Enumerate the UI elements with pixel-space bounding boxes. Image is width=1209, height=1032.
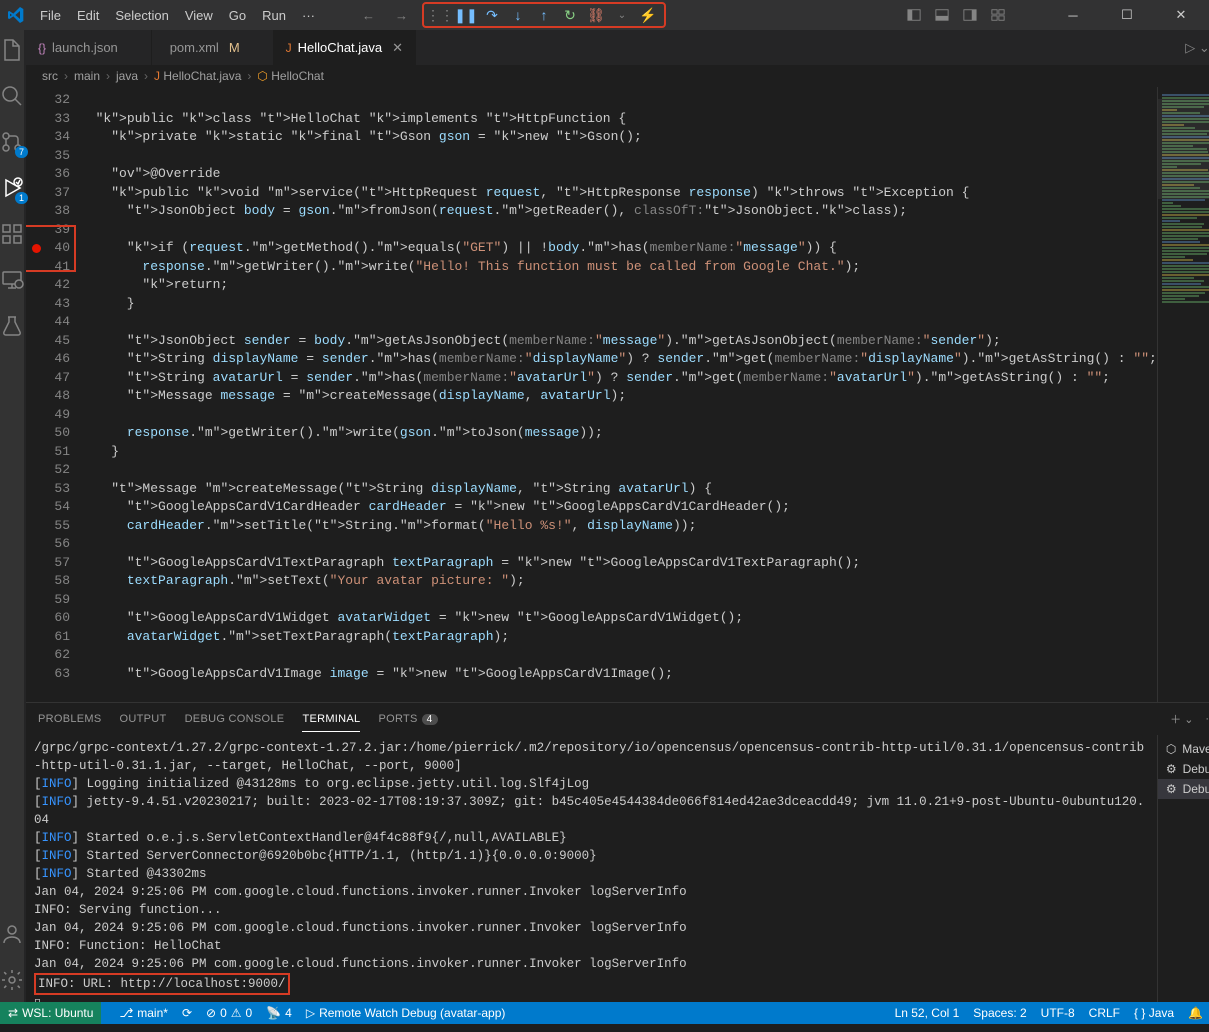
status-bar: ⇄ WSL: Ubuntu ⎇ main* ⟳ ⊘ 0 ⚠ 0 📡 4 ▷ Re…	[0, 1002, 1209, 1024]
accounts-icon[interactable]	[0, 922, 24, 946]
layout-right-icon[interactable]	[963, 8, 977, 22]
breadcrumb-item[interactable]: J HelloChat.java	[154, 69, 241, 83]
window-close-icon[interactable]: ✕	[1161, 7, 1201, 23]
nav-back-icon[interactable]: ←	[356, 8, 381, 23]
settings-icon[interactable]	[0, 968, 24, 992]
step-over-icon[interactable]: ↷	[484, 7, 500, 23]
nav-forward-icon[interactable]: →	[389, 8, 414, 23]
debug-toolbar: ⋮⋮ ❚❚ ↷ ↓ ↑ ↻ ⛓ ⌄ ⚡	[422, 2, 666, 28]
terminal-list-item[interactable]: ⬡ Maven-avat…	[1158, 739, 1209, 759]
editor-tab[interactable]: J HelloChat.java ✕	[274, 30, 416, 65]
titlebar: File Edit Selection View Go Run ··· ← → …	[0, 0, 1209, 30]
line-gutter[interactable]: 3233343536373839404142434445464748495051…	[26, 87, 80, 702]
drag-handle-icon[interactable]: ⋮⋮	[432, 7, 448, 23]
terminal-type-icon: ⬡	[1166, 742, 1176, 756]
activity-bar: 7 1	[0, 30, 24, 1002]
problems-errors[interactable]: ⊘ 0 ⚠ 0	[206, 1006, 252, 1020]
terminal-type-icon: ⚙	[1166, 782, 1177, 796]
step-out-icon[interactable]: ↑	[536, 7, 552, 23]
run-dropdown-icon[interactable]: ▷ ⌄	[1185, 40, 1209, 56]
tab-problems[interactable]: PROBLEMS	[38, 707, 102, 731]
restart-icon[interactable]: ↻	[562, 7, 578, 23]
remote-explorer-icon[interactable]	[0, 268, 24, 292]
layout-left-icon[interactable]	[907, 8, 921, 22]
terminal-list: ⬡ Maven-avat… ⚙ Debug: Hell… ⚙ Debug: Invo…	[1157, 735, 1209, 1002]
remote-indicator[interactable]: ⇄ WSL: Ubuntu	[0, 1002, 101, 1024]
tab-label: HelloChat.java	[298, 40, 383, 55]
search-icon[interactable]	[0, 84, 24, 108]
modified-indicator: M	[229, 40, 240, 55]
menu-go[interactable]: Go	[221, 8, 254, 23]
tab-ports[interactable]: PORTS4	[378, 707, 437, 731]
bottom-panel: PROBLEMS OUTPUT DEBUG CONSOLE TERMINAL P…	[26, 702, 1209, 1002]
file-type-icon: {}	[38, 41, 46, 55]
layout-customize-icon[interactable]	[991, 8, 1005, 22]
breadcrumb-item[interactable]: src	[42, 69, 58, 83]
close-tab-icon[interactable]: ✕	[392, 40, 403, 56]
extensions-icon[interactable]	[0, 222, 24, 246]
tab-label: pom.xml	[170, 40, 219, 55]
breadcrumb[interactable]: src›main›java›J HelloChat.java›⬡ HelloCh…	[26, 65, 1209, 87]
cursor-position[interactable]: Ln 52, Col 1	[895, 1006, 960, 1020]
minimap[interactable]	[1157, 87, 1209, 702]
layout-bottom-icon[interactable]	[935, 8, 949, 22]
editor-tab[interactable]: pom.xmlM✕	[152, 30, 274, 65]
eol[interactable]: CRLF	[1089, 1006, 1120, 1020]
menu-selection[interactable]: Selection	[107, 8, 176, 23]
panel-tabs: PROBLEMS OUTPUT DEBUG CONSOLE TERMINAL P…	[26, 703, 1209, 735]
terminal-name: Maven-avat…	[1182, 742, 1209, 756]
disconnect-icon[interactable]: ⛓	[588, 7, 604, 23]
editor-tabs: {}launch.json✕pom.xmlM✕JHelloChat.java✕ …	[26, 30, 1209, 65]
window-maximize-icon[interactable]: ☐	[1107, 7, 1147, 23]
source-control-icon[interactable]: 7	[0, 130, 24, 154]
debug-status[interactable]: ▷ Remote Watch Debug (avatar-app)	[306, 1006, 506, 1020]
menu-file[interactable]: File	[32, 8, 69, 23]
terminal-list-item[interactable]: ⚙ Debug: Hell…	[1158, 759, 1209, 779]
ports-forward[interactable]: 📡 4	[266, 1006, 292, 1020]
menu-more[interactable]: ···	[294, 8, 323, 23]
pause-icon[interactable]: ❚❚	[458, 7, 474, 23]
tab-debug-console[interactable]: DEBUG CONSOLE	[185, 707, 285, 731]
terminal-type-icon: ⚙	[1166, 762, 1177, 776]
breadcrumb-item[interactable]: java	[116, 69, 138, 83]
git-sync-icon[interactable]: ⟳	[182, 1006, 192, 1020]
file-type-icon: J	[286, 41, 292, 55]
panel-more-icon[interactable]: ···	[1205, 713, 1209, 725]
terminal-name: Debug: Invo…	[1183, 782, 1209, 796]
breadcrumb-item[interactable]: main	[74, 69, 100, 83]
run-debug-icon[interactable]: 1	[0, 176, 24, 200]
step-in-icon[interactable]: ↓	[510, 7, 526, 23]
debug-chevron-icon[interactable]: ⌄	[614, 7, 630, 23]
editor-area: {}launch.json✕pom.xmlM✕JHelloChat.java✕ …	[26, 30, 1209, 1002]
terminal-list-item[interactable]: ⚙ Debug: Invo…	[1158, 779, 1209, 799]
new-terminal-icon[interactable]: ＋ ⌄	[1170, 711, 1193, 727]
menu-view[interactable]: View	[177, 8, 221, 23]
editor-tab[interactable]: {}launch.json✕	[26, 30, 152, 65]
window-minimize-icon[interactable]: ─	[1053, 8, 1093, 23]
encoding[interactable]: UTF-8	[1041, 1006, 1075, 1020]
testing-icon[interactable]	[0, 314, 24, 338]
menu-edit[interactable]: Edit	[69, 8, 107, 23]
language-mode[interactable]: { } Java	[1134, 1006, 1174, 1020]
hot-reload-icon[interactable]: ⚡	[640, 7, 656, 23]
git-branch[interactable]: ⎇ main*	[119, 1006, 168, 1020]
vscode-icon	[8, 7, 24, 23]
breadcrumb-item[interactable]: ⬡ HelloChat	[257, 69, 324, 83]
tab-output[interactable]: OUTPUT	[120, 707, 167, 731]
terminal-name: Debug: Hell…	[1183, 762, 1209, 776]
notifications-icon[interactable]: 🔔	[1188, 1006, 1203, 1020]
indentation[interactable]: Spaces: 2	[973, 1006, 1026, 1020]
explorer-icon[interactable]	[0, 38, 24, 62]
menu-run[interactable]: Run	[254, 8, 294, 23]
terminal-output[interactable]: /grpc/grpc-context/1.27.2/grpc-context-1…	[26, 735, 1157, 1002]
tab-label: launch.json	[52, 40, 118, 55]
tab-terminal[interactable]: TERMINAL	[302, 707, 360, 732]
code-editor[interactable]: "k">public "k">class "t">HelloChat "k">i…	[80, 87, 1157, 702]
